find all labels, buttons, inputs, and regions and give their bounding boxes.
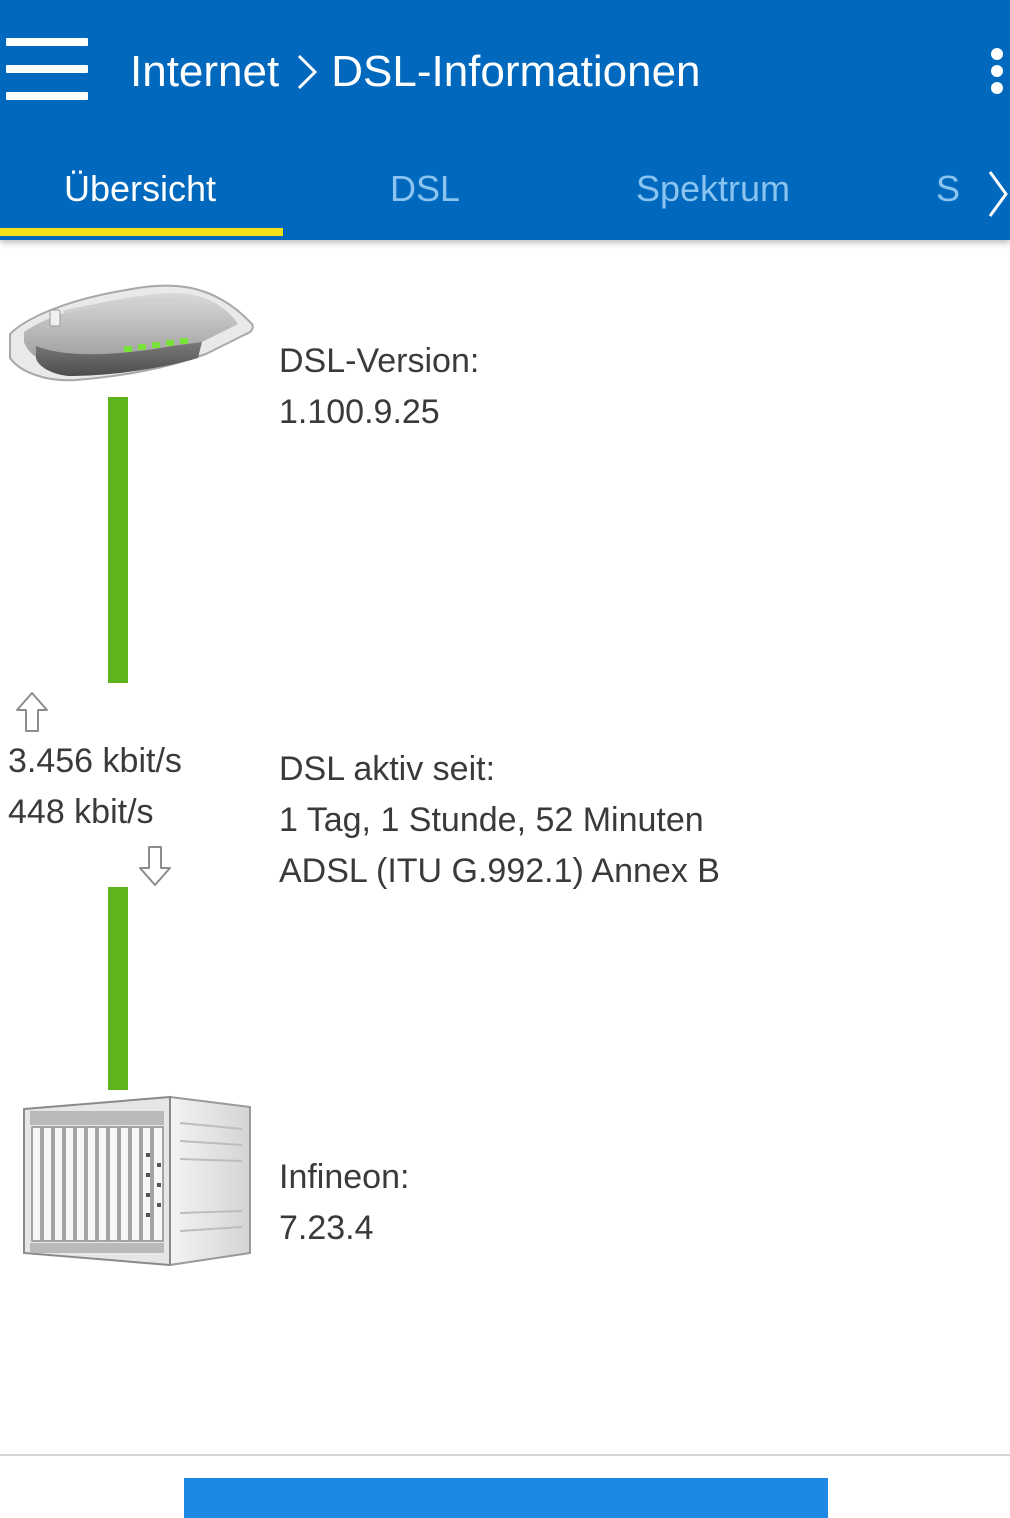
tab-bar: Übersicht DSL Spektrum S	[0, 140, 1010, 240]
dsl-version-value: 1.100.9.25	[279, 393, 440, 431]
line-mode: ADSL (ITU G.992.1) Annex B	[279, 852, 720, 890]
app-bar: Internet DSL-Informationen Übersicht DSL…	[0, 0, 1010, 240]
upstream-rate: 3.456 kbit/s	[8, 742, 182, 780]
router-icon	[9, 284, 254, 382]
page-title: DSL-Informationen	[331, 47, 701, 96]
active-since-label: DSL aktiv seit:	[279, 750, 496, 788]
divider	[0, 1454, 1010, 1456]
connection-line-upper	[108, 397, 128, 683]
bottom-action-button[interactable]	[184, 1478, 828, 1518]
dsl-version-label: DSL-Version:	[279, 342, 480, 380]
breadcrumb-parent[interactable]: Internet	[130, 42, 279, 102]
tab-dsl[interactable]: DSL	[330, 140, 520, 240]
chevron-right-icon[interactable]	[984, 168, 1010, 220]
dslam-icon	[23, 1095, 251, 1267]
tab-uebersicht[interactable]: Übersicht	[0, 140, 280, 240]
tab-spektrum[interactable]: Spektrum	[600, 140, 826, 240]
connection-line-lower	[108, 887, 128, 1090]
arrow-down-icon	[139, 846, 171, 886]
arrow-up-icon	[16, 692, 48, 732]
more-vert-icon[interactable]	[988, 46, 1006, 96]
tab-partial[interactable]: S	[930, 140, 966, 240]
dslam-vendor-label: Infineon:	[279, 1158, 410, 1196]
dslam-version-value: 7.23.4	[279, 1209, 374, 1247]
active-since-value: 1 Tag, 1 Stunde, 52 Minuten	[279, 801, 704, 839]
chevron-right-icon	[298, 54, 318, 90]
breadcrumb: Internet DSL-Informationen	[130, 42, 701, 102]
hamburger-menu-icon[interactable]	[6, 38, 88, 100]
active-tab-indicator	[0, 228, 283, 236]
downstream-rate: 448 kbit/s	[8, 793, 154, 831]
